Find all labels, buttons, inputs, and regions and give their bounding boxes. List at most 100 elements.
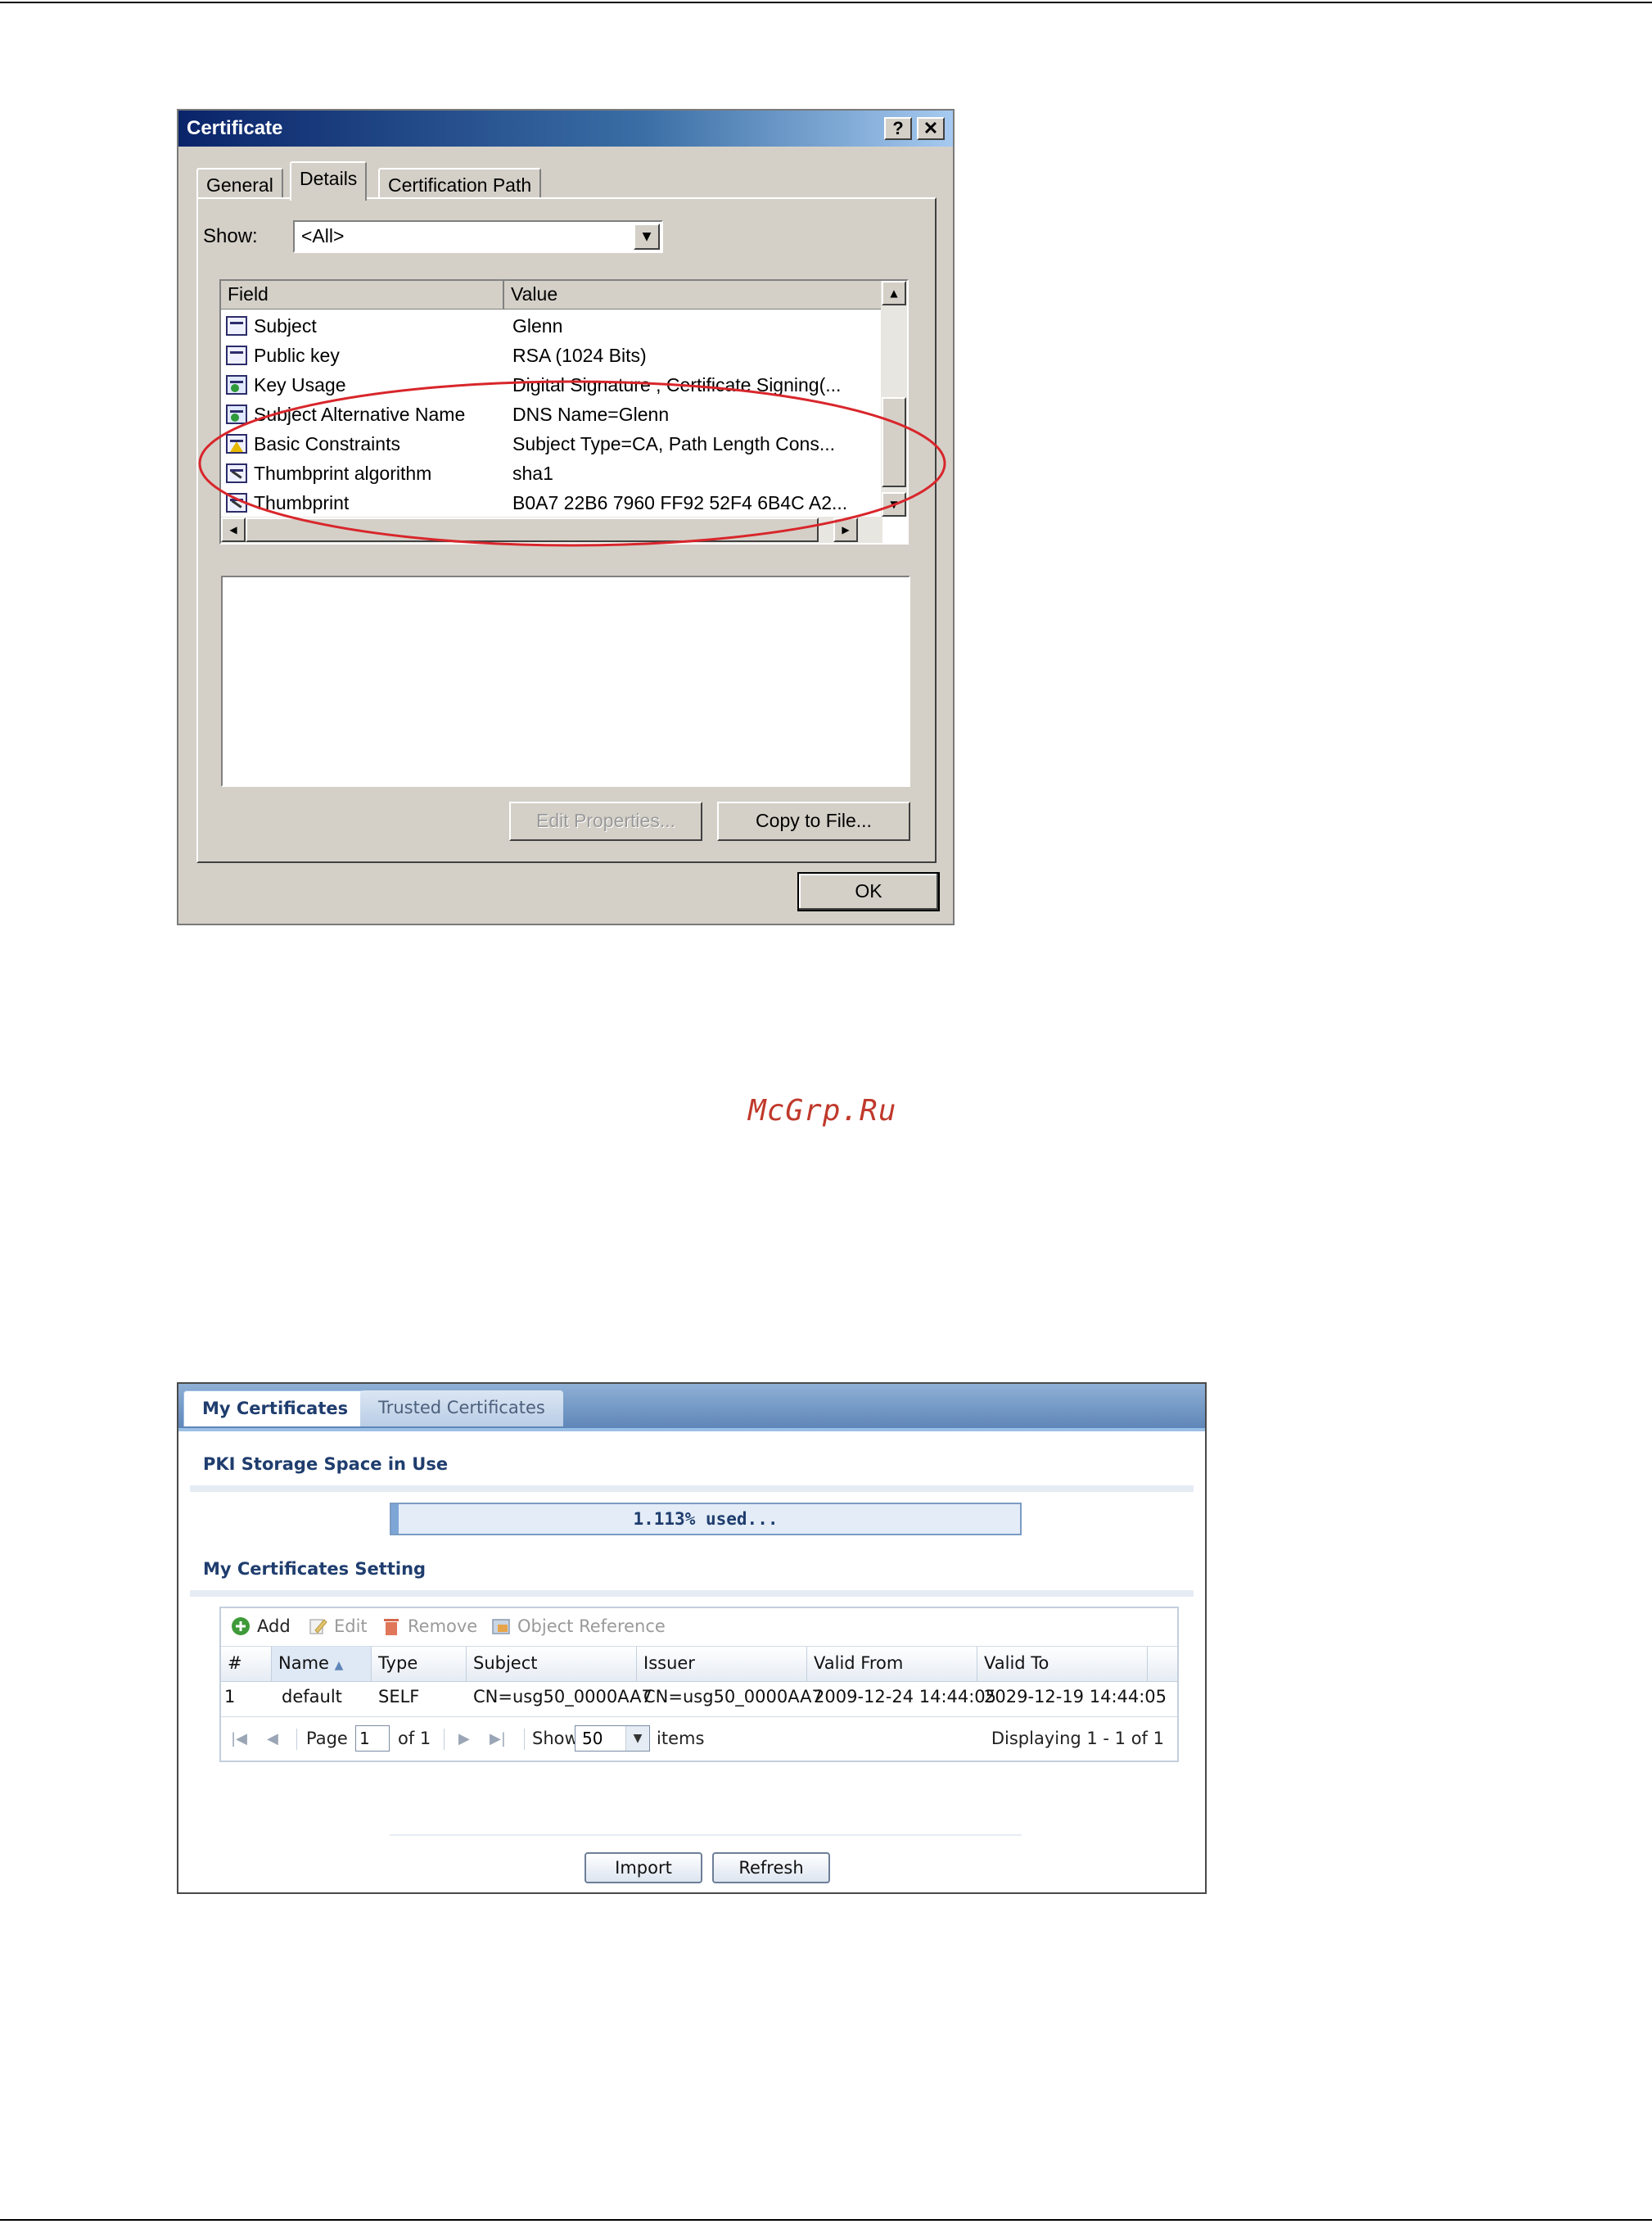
displaying-count: Displaying 1 - 1 of 1	[991, 1729, 1164, 1748]
pager-separator	[524, 1729, 525, 1750]
tab-trusted-certificates[interactable]: Trusted Certificates	[360, 1390, 563, 1426]
field-detail-box[interactable]	[221, 576, 910, 787]
scroll-right-icon[interactable]: ▶	[833, 518, 858, 542]
pager-separator	[444, 1729, 445, 1750]
list-header: Field Value	[221, 281, 882, 310]
list-item[interactable]: Basic Constraints Subject Type=CA, Path …	[221, 430, 882, 459]
column-header-name[interactable]: Name ▲	[272, 1647, 372, 1681]
remove-label: Remove	[408, 1616, 478, 1636]
column-header-value[interactable]: Value	[504, 281, 882, 309]
show-select-value: <All>	[301, 225, 345, 246]
list-item[interactable]: Subject Glenn	[221, 312, 882, 341]
list-item[interactable]: Thumbprint B0A7 22B6 7960 FF92 52F4 6B4C…	[221, 489, 882, 518]
field-name: Subject Alternative Name	[254, 404, 466, 425]
field-name: Thumbprint algorithm	[254, 463, 432, 484]
section-divider	[190, 1590, 1194, 1597]
title-bar[interactable]: Certificate ? ✕	[178, 111, 953, 147]
pager-separator	[296, 1729, 297, 1750]
cell-subject: CN=usg50_0000AA7	[473, 1687, 652, 1706]
scroll-down-icon[interactable]: ▼	[882, 492, 906, 517]
column-header-number[interactable]: #	[221, 1647, 272, 1681]
vertical-scroll-thumb[interactable]	[882, 397, 906, 487]
scroll-left-icon[interactable]: ◀	[221, 518, 246, 542]
section-divider	[190, 1485, 1194, 1492]
edit-label: Edit	[334, 1616, 368, 1636]
next-page-icon[interactable]: ▶	[458, 1730, 470, 1747]
column-header-name-label: Name	[278, 1653, 329, 1673]
column-header-valid-from[interactable]: Valid From	[807, 1647, 977, 1681]
object-reference-button[interactable]: Object Reference	[491, 1616, 666, 1636]
column-header-subject[interactable]: Subject	[467, 1647, 637, 1681]
column-header-issuer[interactable]: Issuer	[637, 1647, 807, 1681]
certificates-grid: Add Edit Remove Object Reference # Name …	[219, 1607, 1179, 1762]
page-number-input[interactable]: 1	[355, 1725, 390, 1752]
add-button[interactable]: Add	[231, 1616, 291, 1636]
field-value: DNS Name=Glenn	[512, 404, 670, 425]
certificate-field-icon	[226, 316, 247, 336]
tab-my-certificates[interactable]: My Certificates	[183, 1390, 368, 1426]
edit-button[interactable]: Edit	[308, 1616, 368, 1636]
footer-divider	[390, 1834, 1022, 1836]
grid-toolbar: Add Edit Remove Object Reference	[221, 1608, 1177, 1646]
copy-to-file-button[interactable]: Copy to File...	[717, 802, 910, 841]
show-label: Show:	[203, 225, 258, 247]
items-per-page-select[interactable]: 50 ▼	[575, 1725, 650, 1752]
certificate-critical-extension-icon	[226, 434, 247, 454]
show-select[interactable]: <All> ▼	[293, 220, 663, 253]
tab-general[interactable]: General	[196, 168, 283, 201]
certificate-extension-icon	[226, 375, 247, 395]
field-value: B0A7 22B6 7960 FF92 52F4 6B4C A2...	[512, 492, 848, 513]
last-page-icon[interactable]: ▶|	[490, 1730, 506, 1747]
close-button[interactable]: ✕	[917, 117, 945, 140]
first-page-icon[interactable]: |◀	[231, 1730, 247, 1747]
my-certificates-panel: My Certificates Trusted Certificates PKI…	[177, 1382, 1207, 1894]
column-header-type[interactable]: Type	[372, 1647, 467, 1681]
help-button[interactable]: ?	[884, 117, 912, 140]
list-item[interactable]: Public key RSA (1024 Bits)	[221, 341, 882, 371]
field-name: Thumbprint	[254, 492, 350, 513]
previous-page-icon[interactable]: ◀	[267, 1730, 278, 1747]
remove-button[interactable]: Remove	[381, 1616, 477, 1636]
tab-details[interactable]: Details	[290, 161, 368, 201]
dialog-title: Certificate	[187, 117, 283, 139]
page-count-label: of 1	[398, 1729, 431, 1748]
trash-icon	[384, 1619, 399, 1635]
certificate-field-icon	[226, 346, 247, 365]
tab-certification-path[interactable]: Certification Path	[378, 168, 542, 201]
pager: |◀ ◀ Page 1 of 1 ▶ ▶| Show 50 ▼ items Di…	[221, 1716, 1177, 1761]
ok-button[interactable]: OK	[797, 872, 940, 911]
list-item[interactable]: Key Usage Digital Signature , Certificat…	[221, 371, 882, 400]
column-header-valid-to[interactable]: Valid To	[977, 1647, 1148, 1681]
chevron-down-icon[interactable]: ▼	[625, 1726, 649, 1751]
add-icon	[232, 1617, 250, 1635]
edit-properties-button[interactable]: Edit Properties...	[509, 802, 702, 841]
horizontal-scrollbar[interactable]: ◀ ▶	[221, 517, 882, 543]
tab-bar: My Certificates Trusted Certificates	[178, 1384, 1205, 1431]
field-value: Glenn	[512, 315, 563, 337]
top-page-rule	[0, 2, 1652, 3]
column-header-field[interactable]: Field	[221, 281, 504, 309]
table-row[interactable]: 1 default SELF CN=usg50_0000AA7 CN=usg50…	[221, 1680, 1177, 1715]
setting-section-title: My Certificates Setting	[203, 1559, 427, 1579]
list-item[interactable]: Subject Alternative Name DNS Name=Glenn	[221, 400, 882, 430]
horizontal-scroll-thumb[interactable]	[246, 518, 819, 542]
field-value: sha1	[512, 463, 553, 484]
dropdown-arrow-icon[interactable]: ▼	[634, 224, 660, 250]
cell-name: default	[282, 1687, 342, 1706]
object-reference-label: Object Reference	[517, 1616, 666, 1636]
cell-number: 1	[224, 1687, 236, 1706]
field-value-list[interactable]: Field Value Subject Glenn Public key RSA…	[219, 279, 909, 545]
items-per-page-value: 50	[582, 1729, 603, 1748]
import-button[interactable]: Import	[585, 1852, 702, 1883]
cell-type: SELF	[378, 1687, 420, 1706]
field-name: Basic Constraints	[254, 433, 400, 454]
refresh-button[interactable]: Refresh	[712, 1852, 830, 1883]
field-value: Digital Signature , Certificate Signing(…	[512, 374, 842, 396]
certificate-dialog: Certificate ? ✕ General Details Certific…	[177, 109, 955, 925]
storage-usage-text: 1.113% used...	[633, 1509, 779, 1529]
list-item[interactable]: Thumbprint algorithm sha1	[221, 459, 882, 489]
sort-ascending-icon: ▲	[334, 1659, 344, 1672]
watermark-text: McGrp.Ru	[748, 1094, 897, 1128]
scroll-up-icon[interactable]: ▲	[882, 281, 906, 305]
vertical-scrollbar[interactable]: ▲ ▼	[881, 281, 907, 517]
